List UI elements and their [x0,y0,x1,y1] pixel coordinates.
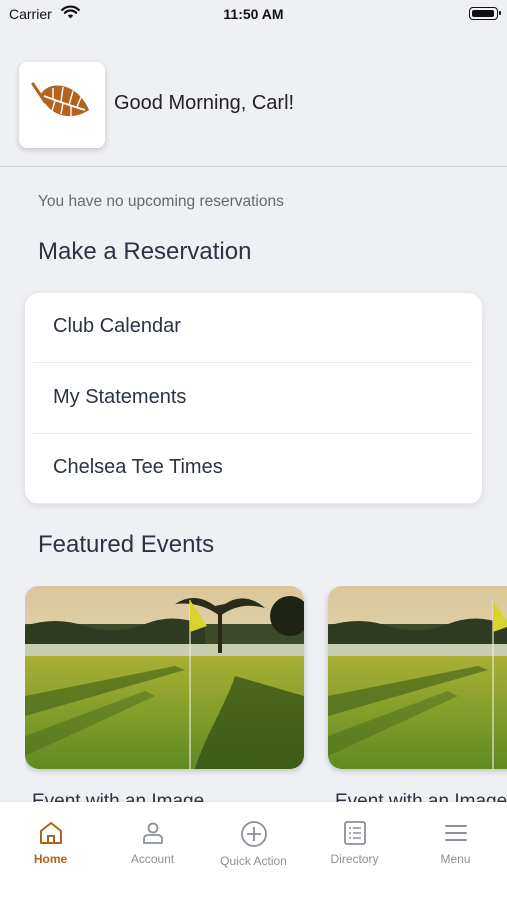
tab-directory[interactable]: Directory [304,820,405,880]
featured-events-carousel[interactable]: Event with an Image Event with an Image [25,586,507,808]
reservation-options-card: Club Calendar My Statements Chelsea Tee … [25,293,482,504]
battery-icon [469,7,501,20]
club-calendar-item[interactable]: Club Calendar [33,293,473,363]
chelsea-tee-times-item[interactable]: Chelsea Tee Times [33,434,473,504]
make-reservation-title: Make a Reservation [38,238,252,265]
menu-icon [444,825,467,841]
featured-events-title: Featured Events [38,531,215,558]
home-icon [39,822,62,844]
tab-menu-label: Menu [440,852,471,866]
plus-circle-icon [240,821,267,847]
event-image [328,586,507,769]
leaf-icon [31,82,89,117]
greeting-text: Good Morning, Carl! [114,92,295,114]
event-card[interactable]: Event with an Image [25,586,304,808]
tab-account[interactable]: Account [102,820,203,880]
club-calendar-label: Club Calendar [53,315,181,337]
no-reservations-message: You have no upcoming reservations [38,193,284,210]
my-statements-label: My Statements [53,386,187,408]
tab-bar: Home Account Quick Action Directory Menu [0,802,507,900]
clock: 11:50 AM [223,6,284,22]
event-card[interactable]: Event with an Image [328,586,507,808]
header: Good Morning, Carl! [0,30,507,167]
tab-home-label: Home [33,852,68,866]
tab-quick-action[interactable]: Quick Action [203,820,304,880]
event-image [25,586,304,769]
chelsea-tee-times-label: Chelsea Tee Times [53,456,223,478]
directory-icon [343,821,366,845]
tab-home[interactable]: Home [0,820,101,880]
tab-account-label: Account [130,852,175,866]
club-logo [19,62,105,148]
tab-quick-action-label: Quick Action [220,854,287,868]
my-statements-item[interactable]: My Statements [33,364,473,434]
status-bar: Carrier 11:50 AM [0,0,507,30]
tab-menu[interactable]: Menu [405,820,506,880]
tab-directory-label: Directory [330,852,379,866]
account-icon [142,822,163,844]
